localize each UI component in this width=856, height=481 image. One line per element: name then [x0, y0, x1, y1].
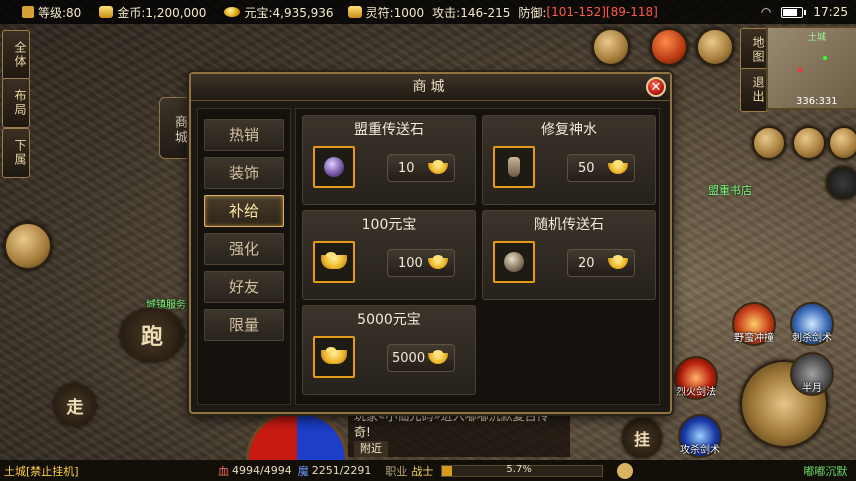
buy-button[interactable]: 5000 [387, 344, 455, 372]
item-name: 盟重传送石 [354, 122, 424, 138]
layout-button[interactable]: 布局 [2, 78, 30, 128]
yuanbao-icon [224, 7, 241, 17]
all-button[interactable]: 全体 [2, 30, 30, 80]
lingfu-indicator: 灵符:1000 [347, 4, 424, 21]
category-list: 热销装饰补给强化好友限量 [197, 108, 291, 405]
map-button[interactable]: 地图 [740, 28, 768, 72]
teleport-stone-icon[interactable] [313, 146, 355, 188]
buy-button[interactable]: 50 [567, 154, 635, 182]
chat-message: 奇! [354, 425, 371, 439]
walk-button[interactable]: 走 [54, 384, 96, 426]
gold-coin-icon [99, 6, 114, 18]
exp-bar: 5.7% [441, 463, 604, 477]
chat-emoji-icon[interactable] [617, 462, 634, 479]
repair-potion-icon[interactable] [493, 146, 535, 188]
yuanbao-icon [428, 349, 448, 364]
category-tab[interactable]: 补给 [204, 195, 284, 227]
character-icon[interactable] [752, 126, 786, 160]
recruit-button[interactable]: 下属 [2, 128, 30, 178]
level-icon [22, 6, 34, 18]
skill-fire-sword-button[interactable]: 烈火剑法 [674, 356, 718, 400]
level-indicator: 等级:80 [6, 4, 81, 21]
map-location: 土城[禁止挂机] [4, 464, 79, 478]
settings-gear-icon[interactable] [826, 166, 856, 200]
hot-event-icon[interactable] [696, 28, 734, 66]
gold-indicator: 金币:1,200,000 [99, 4, 206, 21]
category-tab[interactable]: 限量 [204, 309, 284, 341]
yuanbao-ingot-icon[interactable] [313, 241, 355, 283]
yuanbao-icon [428, 254, 448, 269]
activity-icon[interactable] [650, 28, 688, 66]
close-button[interactable]: ✕ [646, 77, 666, 97]
clock: 17:25 [813, 5, 848, 19]
auto-hang-button[interactable]: 挂 [622, 418, 662, 458]
shop-item[interactable]: 5000元宝 5000 [302, 305, 476, 395]
run-button[interactable]: 跑 [120, 308, 184, 362]
skill-charge-button[interactable]: 野蛮冲撞 [732, 302, 776, 346]
skill-thrust-button[interactable]: 刺杀剑术 [790, 302, 834, 346]
system-status: ◠ 17:25 [761, 0, 848, 24]
shop-item[interactable]: 修复神水 50 [482, 115, 656, 205]
skill-halfmoon-button[interactable]: 半月 [790, 352, 834, 396]
attack-indicator: 攻击:146-215 [432, 5, 511, 20]
item-name: 100元宝 [361, 217, 417, 233]
job-value: 战士 [411, 464, 434, 478]
player-marker-icon [798, 68, 802, 72]
wifi-icon: ◠ [760, 5, 772, 19]
category-tab[interactable]: 强化 [204, 233, 284, 265]
battery-icon [781, 6, 807, 18]
skill-strike-button[interactable]: 攻杀剑术 [678, 414, 722, 458]
character-portrait-icon[interactable] [4, 222, 52, 270]
hp-value: 4994/4994 [232, 464, 292, 477]
skill-menu-icon[interactable] [828, 126, 856, 160]
npc-marker-icon [823, 56, 827, 60]
buy-button[interactable]: 100 [387, 249, 455, 277]
tab-shop[interactable]: 商城 [159, 97, 189, 159]
yuanbao-icon [608, 159, 628, 174]
defense-indicator: 防御: [101-152][89-118] [518, 5, 658, 20]
status-bar: 等级:80 金币:1,200,000 元宝:4,935,936 灵符:1000 … [0, 0, 856, 24]
mp-value: 2251/2291 [311, 464, 372, 477]
item-name: 5000元宝 [357, 312, 421, 328]
exp-bar-fill [442, 465, 452, 476]
bag-icon[interactable] [792, 126, 826, 160]
goods-grid: 盟重传送石 10 修复神水 50 100元宝 100 随机传送石 20 5000… [295, 108, 660, 405]
exp-value: 5.7% [506, 463, 532, 475]
exit-button[interactable]: 退出 [740, 68, 768, 112]
minimap[interactable]: 土城 336:331 [766, 26, 856, 110]
shop-item[interactable]: 盟重传送石 10 [302, 115, 476, 205]
category-tab[interactable]: 好友 [204, 271, 284, 303]
shop-item[interactable]: 随机传送石 20 [482, 210, 656, 300]
category-tab[interactable]: 热销 [204, 119, 284, 151]
item-name: 修复神水 [541, 122, 597, 138]
yuanbao-indicator: 元宝:4,935,936 [224, 4, 334, 21]
item-name: 随机传送石 [534, 217, 604, 233]
server-name: 嘟嘟沉默 [803, 464, 848, 478]
shop-item[interactable]: 100元宝 100 [302, 210, 476, 300]
yuanbao-ingot-icon[interactable] [313, 336, 355, 378]
yuanbao-icon [608, 254, 628, 269]
lingfu-icon [347, 6, 362, 18]
buy-button[interactable]: 10 [387, 154, 455, 182]
random-stone-icon[interactable] [493, 241, 535, 283]
chat-channel-tab[interactable]: 附近 [354, 441, 388, 457]
bottom-bar: 土城[禁止挂机] 血 4994/4994 魔 2251/2291 职业 战士 5… [0, 460, 856, 481]
category-tab[interactable]: 装饰 [204, 157, 284, 189]
hp-label: 血 [218, 464, 229, 478]
event-icon[interactable] [592, 28, 630, 66]
job-label: 职业 [385, 464, 408, 478]
shop-title: 商城 [191, 74, 670, 101]
yuanbao-icon [428, 159, 448, 174]
npc-label-shop[interactable]: 盟重书店 [708, 182, 752, 198]
shop-dialog: 商城 ✕ 热销装饰补给强化好友限量 盟重传送石 10 修复神水 50 100元宝… [189, 72, 672, 414]
mp-label: 魔 [297, 464, 309, 478]
buy-button[interactable]: 20 [567, 249, 635, 277]
